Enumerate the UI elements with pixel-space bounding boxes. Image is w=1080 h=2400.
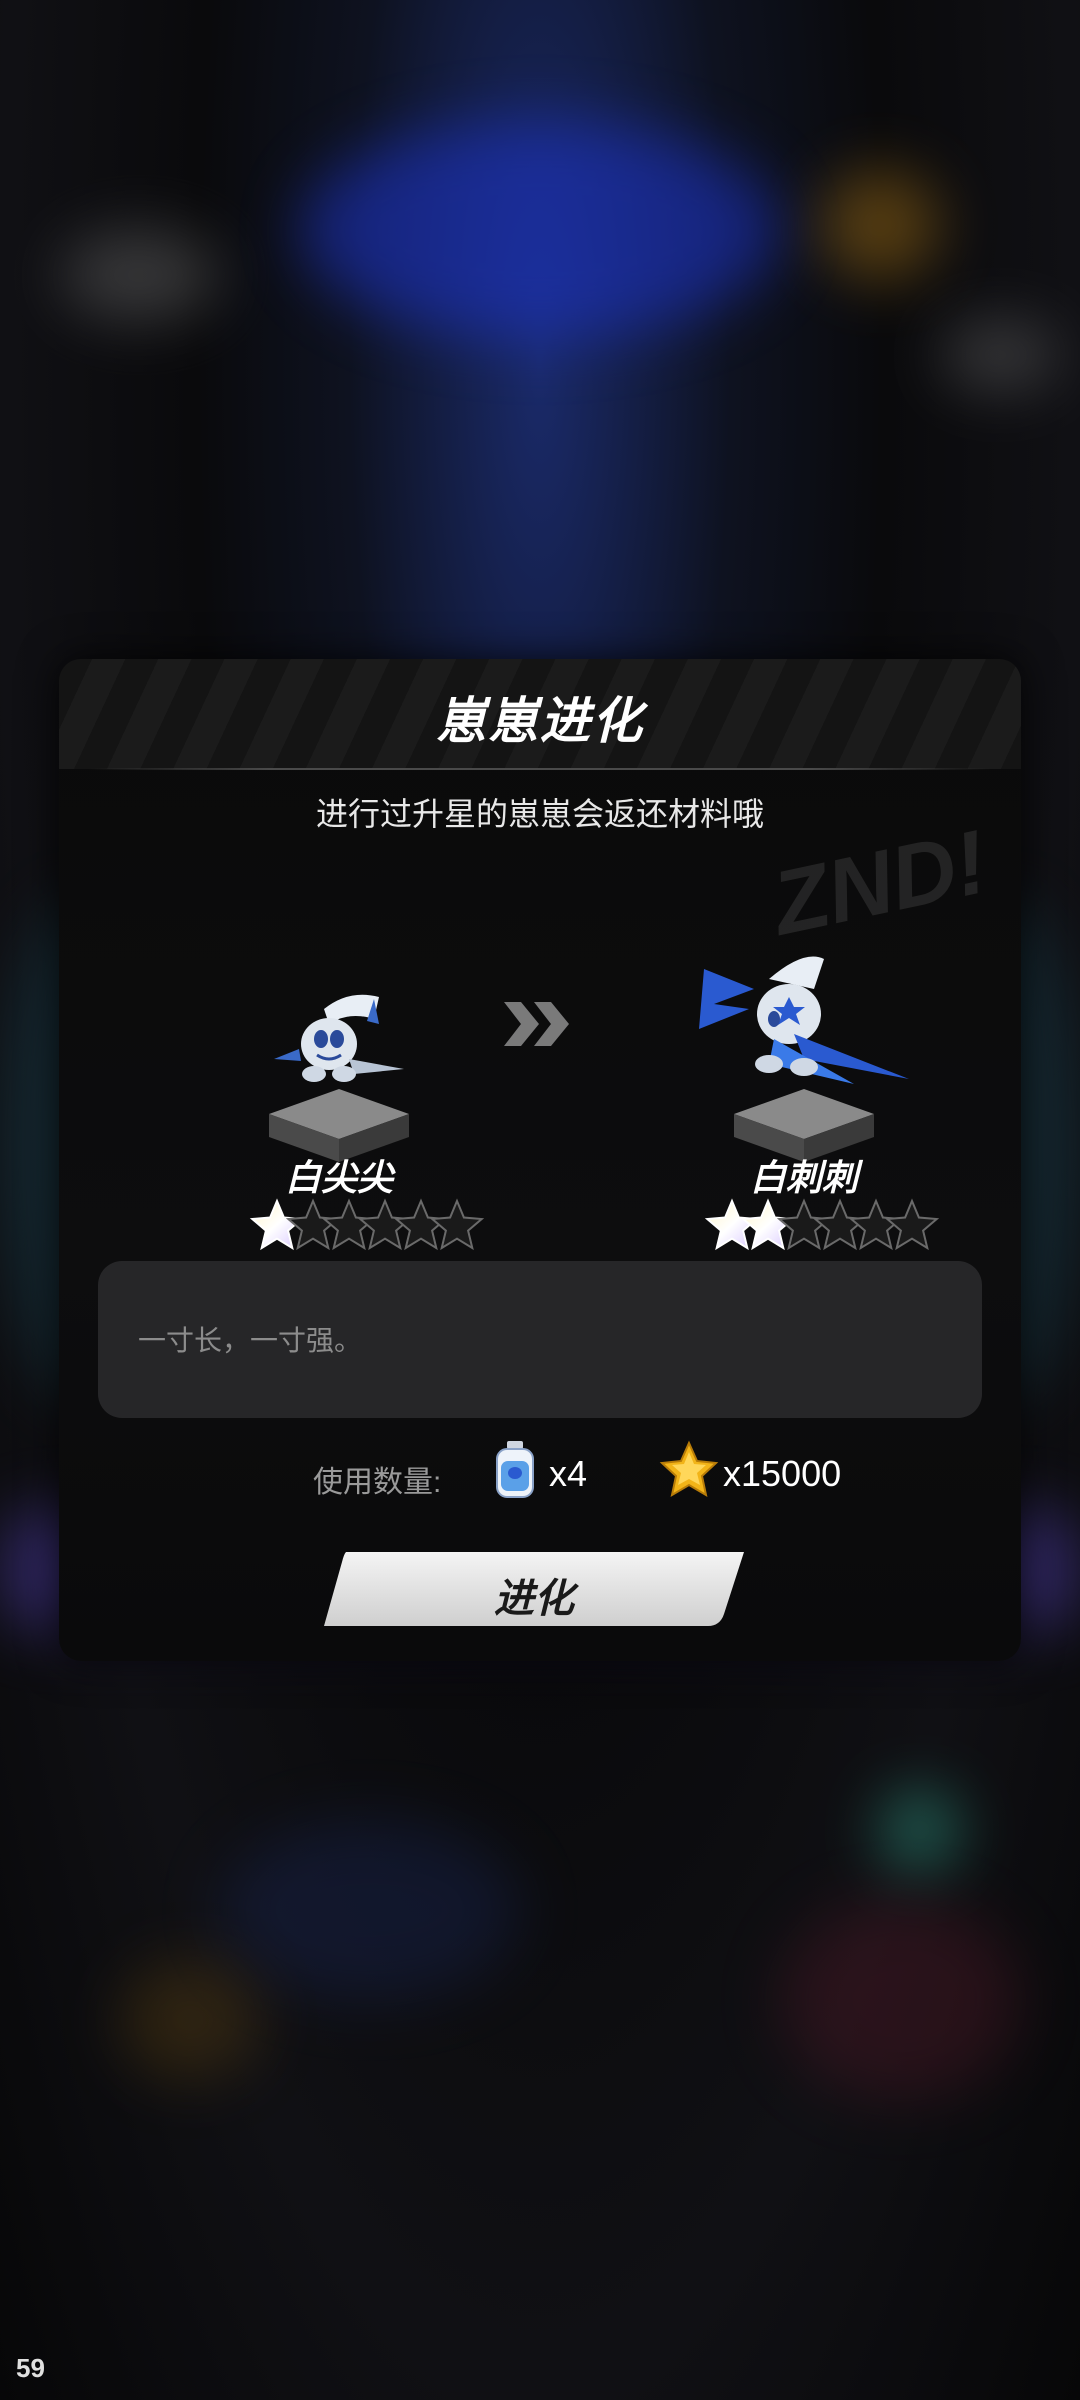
- star-empty-icon: [429, 1198, 485, 1251]
- gold-star-coin-icon: [659, 1440, 719, 1498]
- baijianjian-creature-icon: [274, 994, 404, 1082]
- description-box: 一寸长，一寸强。: [98, 1261, 982, 1418]
- description-text: 一寸长，一寸强。: [138, 1325, 363, 1356]
- background-blur: [940, 320, 1060, 390]
- fps-counter: 59: [16, 2353, 45, 2383]
- background-blur: [220, 1820, 520, 2000]
- background-blur: [60, 230, 220, 320]
- from-creature-card[interactable]: 白尖尖: [209, 979, 485, 1259]
- to-creature-name: 白刺刺: [749, 1157, 858, 1198]
- background-blur: [300, 120, 780, 340]
- from-creature-stars: [249, 1198, 485, 1251]
- evolution-dialog: 崽崽进化 进行过升星的崽崽会返还材料哦 ZND! 白尖尖 白刺刺 一寸长，一寸强…: [59, 659, 1021, 1661]
- evolve-button[interactable]: 进化: [324, 1552, 744, 1626]
- evolve-button-label: 进化: [494, 1577, 574, 1621]
- star-empty-icon: [884, 1198, 940, 1251]
- title-divider: [89, 768, 991, 770]
- dialog-title: 崽崽进化: [436, 693, 644, 749]
- coin-quantity: x15000: [723, 1453, 842, 1494]
- double-chevron-right-icon: [504, 1002, 569, 1046]
- game-background: 崽崽进化 进行过升星的崽崽会返还材料哦 ZND! 白尖尖 白刺刺 一寸长，一寸强…: [0, 0, 1080, 2400]
- to-creature-card[interactable]: 白刺刺: [674, 949, 940, 1251]
- background-blur: [780, 1900, 1020, 2100]
- background-blur: [820, 170, 940, 280]
- potion-bottle-icon: [496, 1441, 534, 1498]
- cost-label: 使用数量:: [313, 1466, 442, 1499]
- cost-row: 使用数量: x4 x15000: [59, 1434, 1021, 1514]
- background-blur: [120, 1960, 260, 2080]
- from-creature-name: 白尖尖: [284, 1157, 393, 1198]
- baicici-creature-icon: [699, 956, 909, 1084]
- background-blur: [880, 1790, 960, 1870]
- potion-quantity: x4: [549, 1453, 588, 1494]
- to-creature-stars: [704, 1198, 940, 1251]
- dialog-subtitle: 进行过升星的崽崽会返还材料哦: [315, 796, 764, 832]
